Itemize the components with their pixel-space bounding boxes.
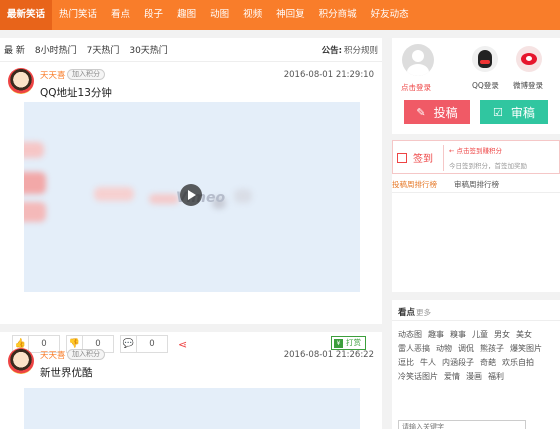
pencil-icon: ✎ [416, 105, 426, 119]
nav-item-replies[interactable]: 神回复 [269, 0, 312, 30]
notice-label: 公告: [321, 46, 342, 56]
tag-link[interactable]: 爆笑图片 [510, 342, 542, 356]
review-label: 审稿 [510, 105, 535, 120]
nav-item-funny-pics[interactable]: 趣图 [170, 0, 203, 30]
divider [392, 192, 560, 193]
tag-link[interactable]: 牛人 [420, 356, 436, 370]
main-feed: 最 新 8小时热门 7天热门 30天热门 公告: 积分规则 天天喜 加入积分 20… [0, 38, 382, 429]
divider [392, 320, 560, 321]
tab-submit-weekly-rank[interactable]: 投稿周排行榜 [392, 179, 437, 190]
nav-item-videos[interactable]: 视频 [236, 0, 269, 30]
user-badge: 加入积分 [67, 349, 105, 360]
sign-in-label: 签到 [413, 154, 433, 165]
tab-30d-hot[interactable]: 30天热门 [129, 43, 167, 56]
top-nav: 最新笑话 热门笑话 看点 段子 趣图 动图 视频 神回复 积分商城 好友动态 [0, 0, 560, 30]
tab-8h-hot[interactable]: 8小时热门 [35, 43, 77, 56]
blurred-content [24, 202, 46, 222]
sign-in-panel: 签到 ← 点击签到赚积分 今日签到积分，首签加奖励 [392, 140, 560, 174]
qq-icon[interactable] [472, 46, 498, 72]
sign-in-hint: ← 点击签到赚积分 [449, 147, 503, 155]
sign-in-button[interactable]: 签到 [397, 150, 433, 165]
checklist-icon: ☑ [493, 105, 503, 119]
tag-link[interactable]: 福利 [488, 370, 504, 384]
login-panel: 点击登录 QQ登录 微博登录 ✎ 投稿 ☑ 审稿 [392, 38, 560, 134]
avatar[interactable] [8, 348, 34, 374]
video-player[interactable]: Vimeo [24, 102, 360, 292]
tag-link[interactable]: 爱情 [444, 370, 460, 384]
default-avatar-icon[interactable] [402, 44, 434, 76]
search-input[interactable] [398, 420, 526, 429]
post-time: 2016-08-01 21:29:10 [283, 70, 374, 80]
tag-list: 动态图 趣事 糗事 儿童 男女 美女 雷人恶搞 动物 调侃 熊孩子 爆笑图片 逗… [398, 328, 558, 384]
submit-post-button[interactable]: ✎ 投稿 [404, 100, 470, 124]
highlights-panel: 看点更多 动态图 趣事 糗事 儿童 男女 美女 雷人恶搞 动物 调侃 熊孩子 爆… [392, 300, 560, 429]
post-card: 天天喜 加入积分 2016-08-01 21:29:10 QQ地址13分钟 Vi… [0, 64, 382, 353]
tag-link[interactable]: 熊孩子 [480, 342, 504, 356]
nav-item-jokes[interactable]: 段子 [137, 0, 170, 30]
weibo-login-label[interactable]: 微博登录 [513, 80, 543, 91]
tag-link[interactable]: 动物 [436, 342, 452, 356]
tag-link[interactable]: 冷笑话图片 [398, 370, 438, 384]
nav-item-hot-jokes[interactable]: 热门笑话 [52, 0, 104, 30]
blurred-content [234, 189, 252, 203]
tag-link[interactable]: 逗比 [398, 356, 414, 370]
tag-link[interactable]: 奇葩 [480, 356, 496, 370]
video-player[interactable] [24, 388, 360, 429]
blurred-content [24, 172, 46, 194]
login-link[interactable]: 点击登录 [401, 82, 431, 93]
more-link[interactable]: 更多 [416, 308, 431, 317]
nav-item-latest-jokes[interactable]: 最新笑话 [0, 0, 53, 30]
post-title[interactable]: QQ地址13分钟 [40, 85, 112, 100]
calendar-icon [397, 152, 407, 163]
sign-in-note: 今日签到积分，首签加奖励 [449, 162, 527, 170]
tag-link[interactable]: 欢乐自拍 [502, 356, 534, 370]
review-button[interactable]: ☑ 审稿 [480, 100, 548, 124]
tag-link[interactable]: 调侃 [458, 342, 474, 356]
notice: 公告: 积分规则 [322, 44, 378, 56]
panel-title: 看点更多 [398, 306, 431, 318]
avatar[interactable] [8, 68, 34, 94]
blurred-content [149, 194, 179, 204]
blurred-content [94, 187, 134, 201]
tab-latest[interactable]: 最 新 [4, 43, 25, 56]
rankings-panel: 投稿周排行榜 审稿周排行榜 [392, 174, 560, 292]
post-card: 天天喜 加入积分 2016-08-01 21:26:22 新世界优酷 [0, 344, 382, 429]
nav-item-points-mall[interactable]: 积分商城 [312, 0, 364, 30]
weibo-icon[interactable] [516, 46, 542, 72]
nav-item-gifs[interactable]: 动图 [203, 0, 236, 30]
sub-tabs: 最 新 8小时热门 7天热门 30天热门 公告: 积分规则 [0, 38, 382, 62]
tag-link[interactable]: 糗事 [450, 328, 466, 342]
panel-title-text: 看点 [398, 308, 416, 318]
tag-link[interactable]: 漫画 [466, 370, 482, 384]
tab-7d-hot[interactable]: 7天热门 [87, 43, 120, 56]
qq-login-label[interactable]: QQ登录 [472, 80, 499, 91]
nav-item-friends-feed[interactable]: 好友动态 [364, 0, 416, 30]
blurred-content [24, 142, 44, 158]
tag-link[interactable]: 男女 [494, 328, 510, 342]
tag-link[interactable]: 内涵段子 [442, 356, 474, 370]
post-time: 2016-08-01 21:26:22 [283, 350, 374, 360]
tag-link[interactable]: 雷人恶搞 [398, 342, 430, 356]
tab-review-weekly-rank[interactable]: 审稿周排行榜 [454, 179, 499, 190]
tag-link[interactable]: 趣事 [428, 328, 444, 342]
divider [443, 145, 444, 171]
tag-link[interactable]: 儿童 [472, 328, 488, 342]
nav-item-highlights[interactable]: 看点 [104, 0, 137, 30]
post-author[interactable]: 天天喜 [40, 349, 66, 361]
play-icon[interactable] [180, 184, 202, 206]
submit-label: 投稿 [433, 105, 458, 120]
points-rules-link[interactable]: 积分规则 [344, 46, 378, 56]
tag-link[interactable]: 美女 [516, 328, 532, 342]
post-author[interactable]: 天天喜 [40, 69, 66, 81]
post-title[interactable]: 新世界优酷 [40, 365, 93, 380]
user-badge: 加入积分 [67, 69, 105, 80]
tag-link[interactable]: 动态图 [398, 328, 422, 342]
